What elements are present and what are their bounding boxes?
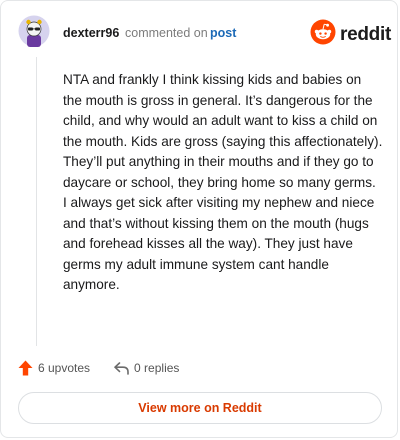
- reddit-comment-card: dexterr96 commented on post reddit NTA a…: [0, 0, 398, 438]
- reddit-wordmark: reddit: [340, 23, 391, 45]
- thread-line: [36, 57, 37, 346]
- comment-action-text: commented on: [125, 26, 208, 40]
- comment-actions: 6 upvotes 0 replies: [18, 358, 179, 378]
- reddit-logo[interactable]: reddit: [310, 19, 391, 50]
- reply-count: 0 replies: [134, 361, 180, 375]
- reddit-snoo-icon: [310, 19, 336, 50]
- comment-body: NTA and frankly I think kissing kids and…: [63, 72, 383, 292]
- upvote-arrow-icon[interactable]: [18, 360, 33, 376]
- post-link[interactable]: post: [210, 26, 236, 40]
- comment-author[interactable]: dexterr96: [63, 26, 119, 40]
- reply-arrow-icon[interactable]: [114, 361, 129, 375]
- user-avatar[interactable]: [18, 15, 50, 47]
- view-more-button[interactable]: View more on Reddit: [18, 392, 382, 424]
- upvote-count: 6 upvotes: [38, 361, 91, 375]
